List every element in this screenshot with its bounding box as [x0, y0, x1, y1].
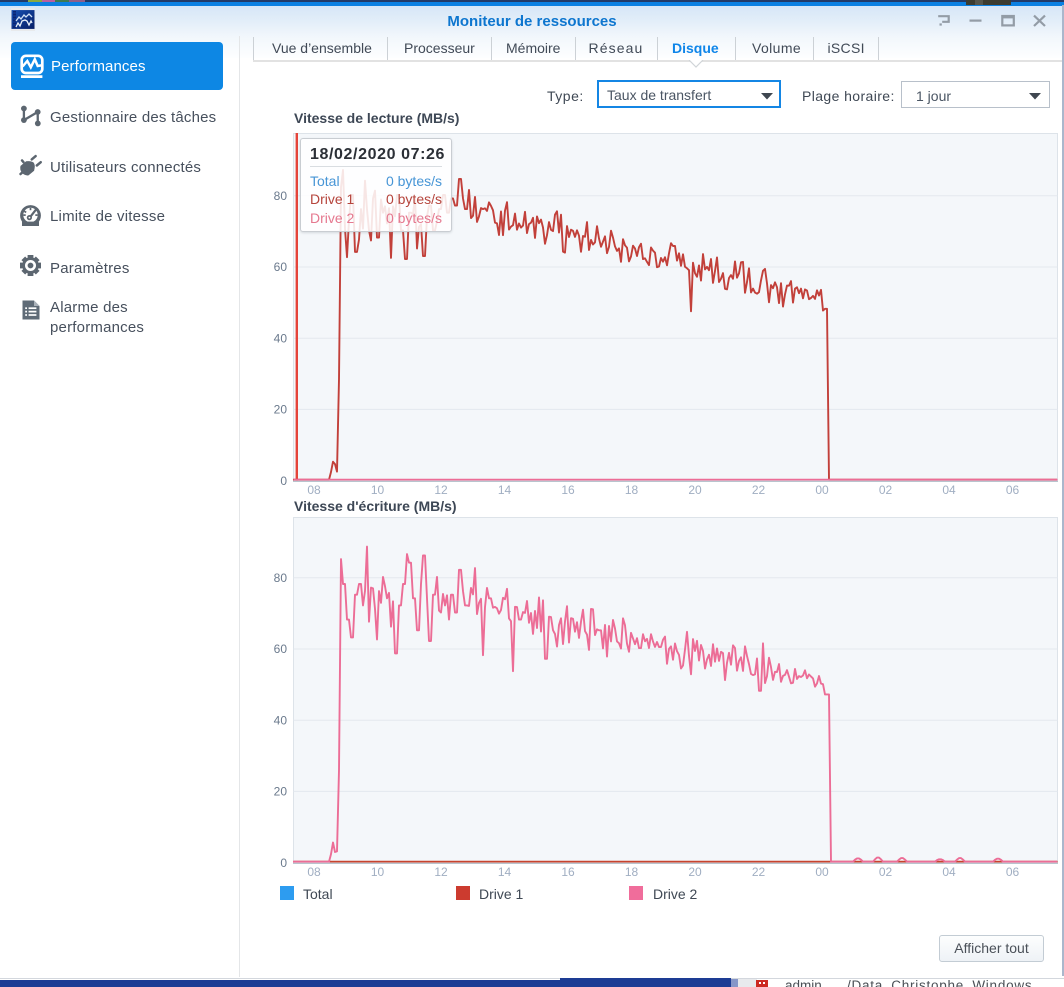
svg-text:22: 22: [752, 483, 766, 497]
svg-text:10: 10: [371, 865, 385, 879]
svg-text:02: 02: [879, 865, 893, 879]
svg-text:14: 14: [498, 483, 512, 497]
svg-text:22: 22: [752, 865, 766, 879]
svg-text:08: 08: [307, 865, 321, 879]
svg-text:04: 04: [942, 483, 956, 497]
svg-text:10: 10: [371, 483, 385, 497]
svg-text:00: 00: [815, 865, 829, 879]
svg-text:18: 18: [625, 483, 639, 497]
svg-text:08: 08: [307, 483, 321, 497]
svg-text:14: 14: [498, 865, 512, 879]
svg-text:20: 20: [688, 865, 702, 879]
svg-text:40: 40: [274, 713, 288, 727]
svg-text:12: 12: [434, 865, 448, 879]
svg-text:20: 20: [274, 403, 288, 417]
svg-text:40: 40: [274, 331, 288, 345]
svg-text:80: 80: [274, 571, 288, 585]
svg-text:16: 16: [561, 483, 575, 497]
svg-text:06: 06: [1006, 483, 1020, 497]
svg-text:02: 02: [879, 483, 893, 497]
svg-text:16: 16: [561, 865, 575, 879]
svg-text:80: 80: [274, 189, 288, 203]
svg-text:20: 20: [274, 785, 288, 799]
svg-text:60: 60: [274, 642, 288, 656]
svg-text:60: 60: [274, 260, 288, 274]
svg-text:06: 06: [1006, 865, 1020, 879]
svg-text:12: 12: [434, 483, 448, 497]
svg-text:04: 04: [942, 865, 956, 879]
svg-text:0: 0: [280, 474, 287, 488]
svg-text:0: 0: [280, 856, 287, 870]
svg-text:00: 00: [815, 483, 829, 497]
svg-text:18: 18: [625, 865, 639, 879]
svg-text:20: 20: [688, 483, 702, 497]
